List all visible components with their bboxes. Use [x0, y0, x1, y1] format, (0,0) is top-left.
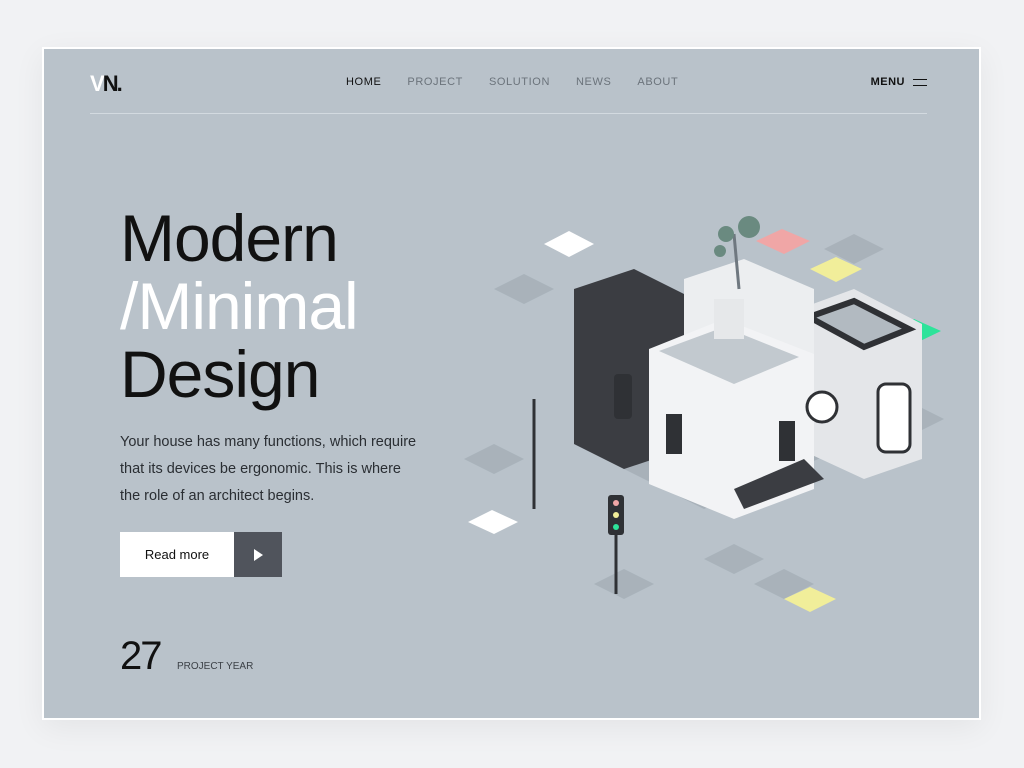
- header-divider: [90, 113, 927, 114]
- menu-button[interactable]: MENU: [871, 76, 927, 88]
- stat-label: PROJECT YEAR: [177, 661, 254, 672]
- nav-news[interactable]: NEWS: [576, 76, 611, 88]
- title-line-1: Modern: [120, 201, 339, 275]
- hero-description: Your house has many functions, which req…: [120, 434, 417, 504]
- hamburger-icon: [913, 78, 927, 86]
- hero-card: VN. HOME PROJECT SOLUTION NEWS ABOUT MEN…: [42, 47, 981, 720]
- nav-home[interactable]: HOME: [346, 76, 381, 88]
- nav-project[interactable]: PROJECT: [407, 76, 463, 88]
- play-button[interactable]: [234, 532, 282, 577]
- play-icon: [253, 548, 263, 561]
- title-line-2: /Minimal: [120, 269, 359, 343]
- nav-about[interactable]: ABOUT: [637, 76, 678, 88]
- pink-tile: [756, 229, 810, 254]
- title-line-3: Design: [120, 337, 320, 411]
- stat-value: 27: [120, 634, 162, 678]
- menu-label: MENU: [870, 76, 905, 88]
- nav-solution[interactable]: SOLUTION: [489, 76, 550, 88]
- main-nav: HOME PROJECT SOLUTION NEWS ABOUT: [346, 76, 678, 88]
- read-more-button[interactable]: Read more: [120, 532, 234, 577]
- isometric-house-illustration: [464, 216, 944, 612]
- page-title: Modern/Minimal Design: [120, 201, 359, 411]
- logo[interactable]: VN.: [90, 71, 123, 97]
